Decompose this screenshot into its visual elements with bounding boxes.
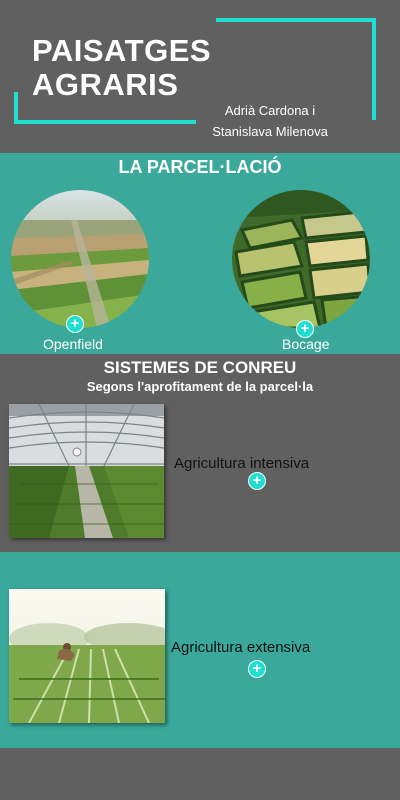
parcel-section-title: LA PARCEL·LACIÓ <box>118 157 282 177</box>
intensive-agriculture-image <box>9 404 164 538</box>
intensive-plus-icon[interactable]: + <box>248 472 266 490</box>
openfield-label: Openfield <box>43 336 103 352</box>
bocage-label: Bocage <box>282 336 330 352</box>
footer-band <box>0 748 400 800</box>
title-line-1: PAISATGES <box>32 33 212 68</box>
systems-section-subtitle: Segons l'aprofitament de la parcel·la <box>86 379 314 394</box>
author-line-1: Adrià Cardona i <box>224 103 316 118</box>
author-line-2: Stanislava Milenova <box>212 124 328 139</box>
openfield-image <box>11 190 149 328</box>
bocage-image <box>232 190 370 328</box>
authors: Adrià Cardona i Stanislava Milenova <box>190 100 350 142</box>
title-line-2: AGRARIS <box>32 67 179 102</box>
extensive-agriculture-label: Agricultura extensiva <box>171 639 311 656</box>
page-title: PAISATGES AGRARIS <box>32 34 211 102</box>
systems-section-title: SISTEMES DE CONREU <box>103 358 297 377</box>
extensive-plus-icon[interactable]: + <box>248 660 266 678</box>
intensive-agriculture-label: Agricultura intensiva <box>174 455 310 472</box>
extensive-agriculture-image <box>9 589 165 723</box>
openfield-plus-icon[interactable]: + <box>66 315 84 333</box>
